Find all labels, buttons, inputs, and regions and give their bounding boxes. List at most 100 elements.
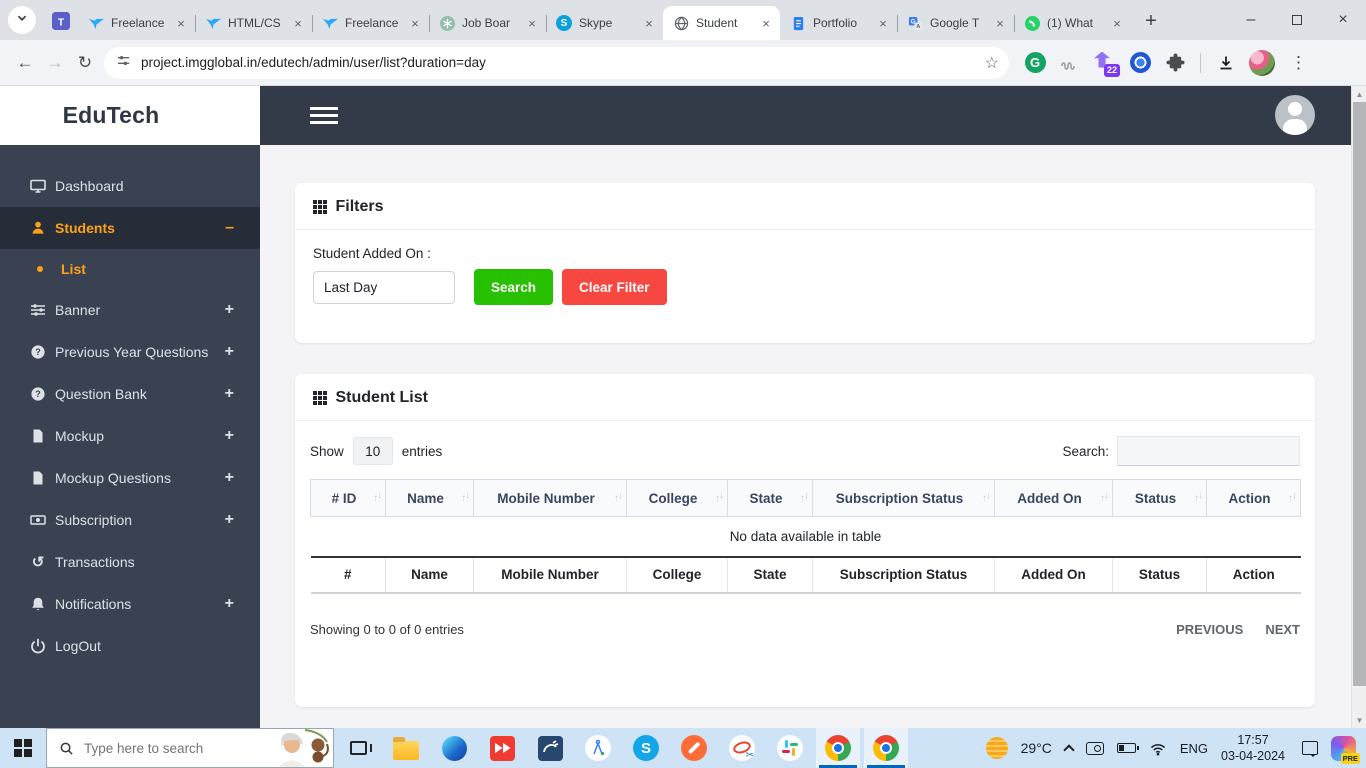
site-info-icon[interactable] (116, 53, 131, 73)
mysql-workbench-button[interactable] (528, 728, 572, 768)
new-tab-button[interactable]: + (1137, 7, 1165, 35)
browser-tab-htmlcs[interactable]: HTML/CS × (195, 6, 312, 40)
tab-close-icon[interactable]: × (875, 15, 891, 31)
edge-button[interactable] (432, 728, 476, 768)
badge-extension-icon[interactable]: 22 (1093, 51, 1120, 77)
scroll-down-arrow[interactable]: ▼ (1352, 712, 1366, 728)
search-highlight-illustration[interactable] (261, 729, 333, 767)
sidebar-item-transactions[interactable]: ↺ Transactions (0, 541, 260, 583)
expand-icon[interactable]: + (225, 301, 234, 319)
compass-app-button[interactable] (576, 728, 620, 768)
snipping-tool-button[interactable]: ✂ (720, 728, 764, 768)
tab-close-icon[interactable]: × (1109, 15, 1125, 31)
column-header-subscription[interactable]: Subscription Status ↑↓ (812, 479, 995, 517)
window-close-button[interactable]: × (1320, 0, 1366, 40)
user-avatar[interactable] (1275, 95, 1315, 135)
screen-capture-icon[interactable] (1085, 741, 1104, 755)
pinned-tab-teams[interactable]: T (44, 6, 78, 40)
anydesk-button[interactable] (480, 728, 524, 768)
chrome-button-1[interactable] (816, 728, 860, 768)
reload-button[interactable]: ↻ (70, 48, 100, 78)
browser-tab-skype[interactable]: S Skype × (546, 6, 663, 40)
window-maximize-button[interactable] (1274, 0, 1320, 40)
sidebar-item-banner[interactable]: Banner + (0, 289, 260, 331)
weather-icon[interactable] (985, 737, 1008, 759)
expand-icon[interactable]: + (225, 427, 234, 445)
forward-button[interactable]: → (40, 48, 70, 78)
expand-icon[interactable]: + (225, 385, 234, 403)
next-page-button[interactable]: NEXT (1265, 622, 1300, 637)
wave-extension-icon[interactable] (1058, 51, 1082, 75)
browser-tab-student-active[interactable]: Student × (663, 6, 780, 40)
expand-icon[interactable]: + (225, 511, 234, 529)
bookmark-star-icon[interactable]: ☆ (985, 53, 999, 73)
page-size-select[interactable]: 10 (352, 437, 393, 465)
tab-close-icon[interactable]: × (407, 15, 423, 31)
column-header-name[interactable]: Name ↑↓ (385, 479, 474, 517)
browser-tab-whatsapp[interactable]: (1) What × (1014, 6, 1131, 40)
battery-icon[interactable] (1116, 743, 1139, 753)
tab-close-icon[interactable]: × (641, 15, 657, 31)
search-button[interactable]: Search (474, 269, 554, 305)
column-header-mobile[interactable]: Mobile Number ↑↓ (473, 479, 627, 517)
notification-center-icon[interactable] (1302, 741, 1318, 757)
sidebar-item-list[interactable]: List (0, 249, 260, 289)
student-added-on-select[interactable] (313, 271, 455, 304)
blue-ball-extension-icon[interactable] (1128, 51, 1152, 75)
sidebar-item-dashboard[interactable]: Dashboard (0, 165, 260, 207)
browser-tab-jobboard[interactable]: Job Boar × (429, 6, 546, 40)
expand-icon[interactable]: + (225, 469, 234, 487)
skype-button[interactable]: S (624, 728, 668, 768)
sidebar-item-students[interactable]: Students – (0, 207, 260, 249)
sidebar-item-mockup[interactable]: Mockup + (0, 415, 260, 457)
collapse-icon[interactable]: – (225, 219, 234, 237)
grammarly-extension-icon[interactable]: G (1023, 51, 1047, 75)
expand-icon[interactable]: + (225, 595, 234, 613)
browser-tab-google-translate[interactable]: GA Google T × (897, 6, 1014, 40)
sidebar-item-question-bank[interactable]: ? Question Bank + (0, 373, 260, 415)
scrollbar-thumb[interactable] (1353, 102, 1366, 686)
column-header-college[interactable]: College ↑↓ (626, 479, 728, 517)
column-header-status[interactable]: Status ↑↓ (1112, 479, 1207, 517)
tab-search-button[interactable] (8, 6, 36, 34)
tab-close-icon[interactable]: × (758, 15, 774, 31)
extensions-puzzle-icon[interactable] (1163, 51, 1187, 75)
taskview-button[interactable] (336, 728, 380, 768)
browser-tab-freelancer-1[interactable]: Freelance × (78, 6, 195, 40)
column-header-state[interactable]: State ↑↓ (727, 479, 813, 517)
wifi-icon[interactable] (1149, 741, 1167, 756)
scroll-up-arrow[interactable]: ▲ (1352, 86, 1366, 102)
taskbar-search-input[interactable] (82, 739, 261, 757)
tab-close-icon[interactable]: × (173, 15, 189, 31)
column-header-id[interactable]: # ID ↑↓ (310, 479, 386, 517)
address-bar[interactable]: project.imgglobal.in/edutech/admin/user/… (104, 46, 1009, 79)
expand-icon[interactable]: + (225, 343, 234, 361)
url-text[interactable]: project.imgglobal.in/edutech/admin/user/… (141, 55, 977, 70)
sidebar-item-mockup-questions[interactable]: Mockup Questions + (0, 457, 260, 499)
postman-button[interactable] (672, 728, 716, 768)
copilot-icon[interactable]: PRE (1331, 735, 1360, 764)
browser-menu-icon[interactable]: ⋮ (1286, 53, 1311, 73)
browser-profile-avatar[interactable] (1249, 49, 1275, 76)
tray-chevron-up-icon[interactable] (1063, 743, 1075, 756)
language-indicator[interactable]: ENG (1180, 741, 1208, 756)
downloads-icon[interactable] (1214, 51, 1238, 75)
tab-close-icon[interactable]: × (290, 15, 306, 31)
brand-logo[interactable]: EduTech (0, 86, 260, 145)
window-minimize-button[interactable]: – (1228, 0, 1274, 40)
hamburger-menu-icon[interactable] (310, 107, 338, 128)
sidebar-item-subscription[interactable]: Subscription + (0, 499, 260, 541)
column-header-action[interactable]: Action ↑↓ (1206, 479, 1301, 517)
previous-page-button[interactable]: PREVIOUS (1176, 622, 1243, 637)
taskbar-search[interactable] (46, 728, 334, 768)
table-search-input[interactable] (1117, 436, 1300, 466)
back-button[interactable]: ← (10, 48, 40, 78)
file-explorer-button[interactable] (384, 728, 428, 768)
sidebar-item-notifications[interactable]: Notifications + (0, 583, 260, 625)
chrome-button-2[interactable] (864, 728, 908, 768)
browser-tab-portfolio[interactable]: Portfolio × (780, 6, 897, 40)
sidebar-item-previous-year-questions[interactable]: ? Previous Year Questions + (0, 331, 260, 373)
clear-filter-button[interactable]: Clear Filter (562, 269, 667, 305)
tab-close-icon[interactable]: × (992, 15, 1008, 31)
browser-tab-freelancer-2[interactable]: Freelance × (312, 6, 429, 40)
